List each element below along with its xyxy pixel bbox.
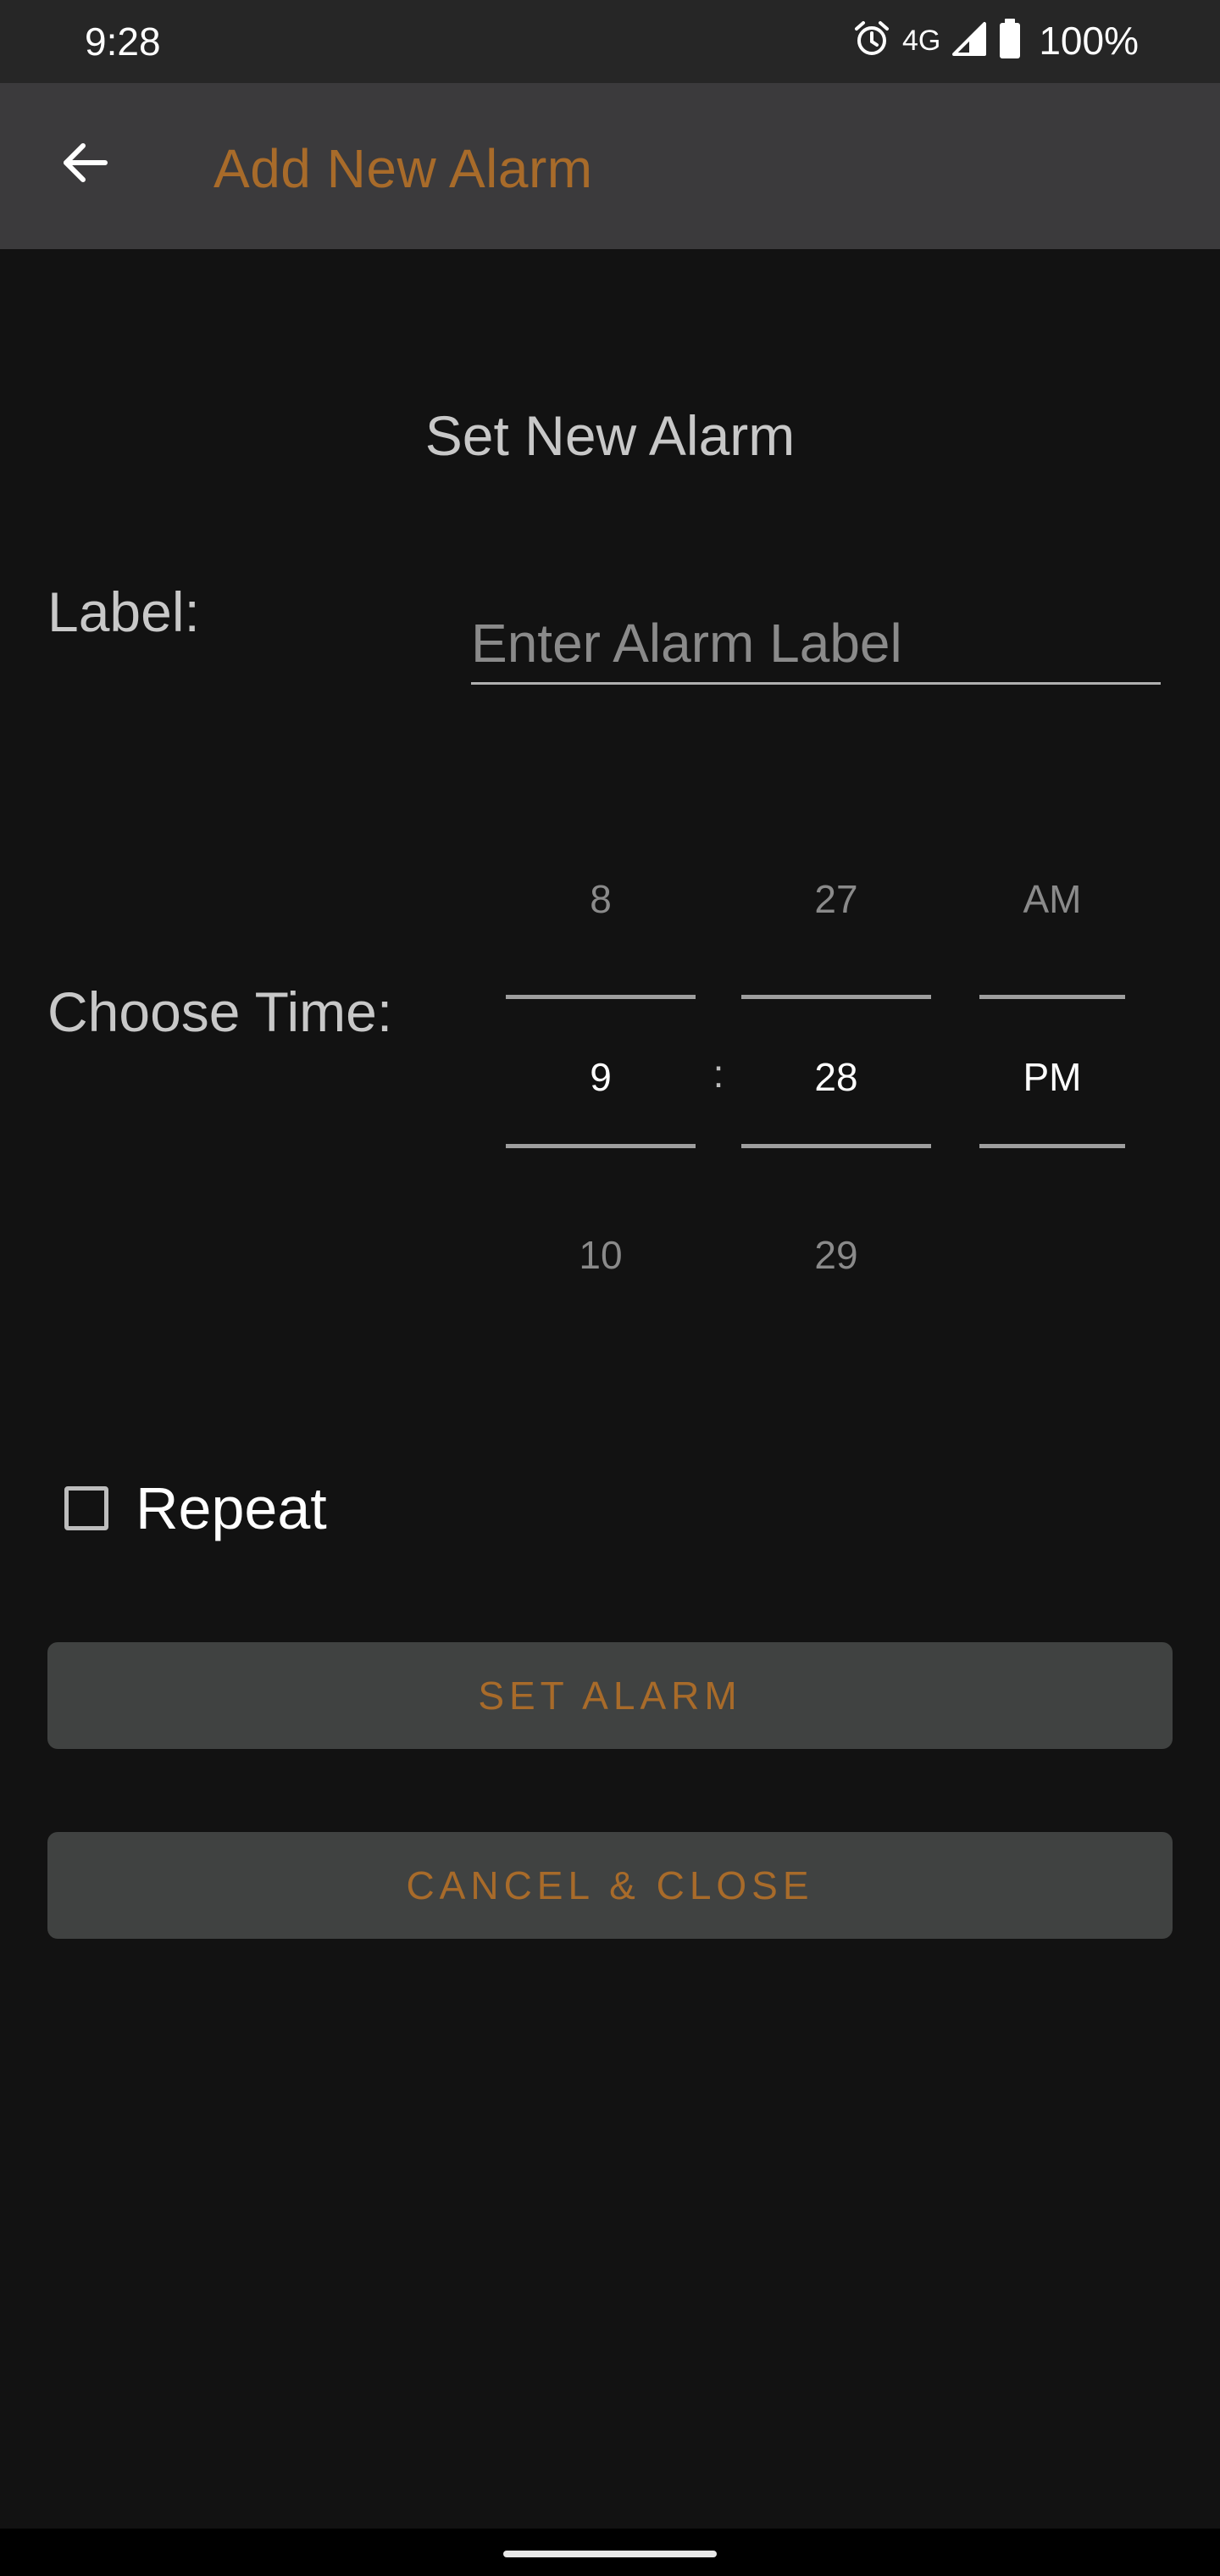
alarm-label-input[interactable]	[471, 603, 1161, 685]
minute-next[interactable]: 29	[741, 1232, 931, 1278]
status-time: 9:28	[85, 19, 161, 64]
minute-current[interactable]: 28	[741, 1054, 931, 1100]
hour-picker[interactable]: 8 9 10	[506, 856, 696, 1277]
hour-next[interactable]: 10	[506, 1232, 696, 1278]
back-button[interactable]	[44, 124, 125, 205]
minute-prev[interactable]: 27	[741, 876, 931, 922]
hour-prev[interactable]: 8	[506, 876, 696, 922]
app-bar: Add New Alarm	[0, 83, 1220, 249]
status-icons: 4G 100%	[851, 17, 1139, 64]
page-title: Add New Alarm	[214, 138, 593, 199]
ampm-prev[interactable]: AM	[979, 876, 1125, 922]
ampm-divider-top	[979, 995, 1125, 999]
battery-icon	[998, 18, 1022, 64]
minute-divider-top	[741, 995, 931, 999]
repeat-checkbox[interactable]	[64, 1486, 108, 1530]
minute-divider-bottom	[741, 1144, 931, 1148]
form-heading: Set New Alarm	[424, 404, 796, 467]
cancel-close-button[interactable]: CANCEL & CLOSE	[47, 1832, 1173, 1939]
home-gesture-handle[interactable]	[503, 2551, 717, 2557]
navigation-bar	[0, 2529, 1220, 2576]
minute-picker[interactable]: 27 28 29	[741, 856, 931, 1277]
time-separator: :	[713, 1052, 724, 1096]
ampm-picker[interactable]: AM PM	[979, 856, 1125, 1263]
time-caption: Choose Time:	[47, 980, 393, 1043]
hour-divider-top	[506, 995, 696, 999]
hour-current[interactable]: 9	[506, 1054, 696, 1100]
ampm-divider-bottom	[979, 1144, 1125, 1148]
signal-icon	[951, 20, 988, 62]
battery-percent: 100%	[1039, 19, 1139, 63]
repeat-label[interactable]: Repeat	[136, 1474, 327, 1542]
network-type: 4G	[901, 24, 941, 57]
ampm-current[interactable]: PM	[979, 1054, 1125, 1100]
label-caption: Label:	[47, 580, 200, 643]
set-alarm-button[interactable]: SET ALARM	[47, 1642, 1173, 1749]
arrow-back-icon	[58, 136, 112, 194]
hour-divider-bottom	[506, 1144, 696, 1148]
status-bar: 9:28 4G 100%	[0, 0, 1220, 83]
alarm-icon	[851, 19, 892, 64]
repeat-checkbox-row[interactable]: Repeat	[64, 1474, 327, 1542]
